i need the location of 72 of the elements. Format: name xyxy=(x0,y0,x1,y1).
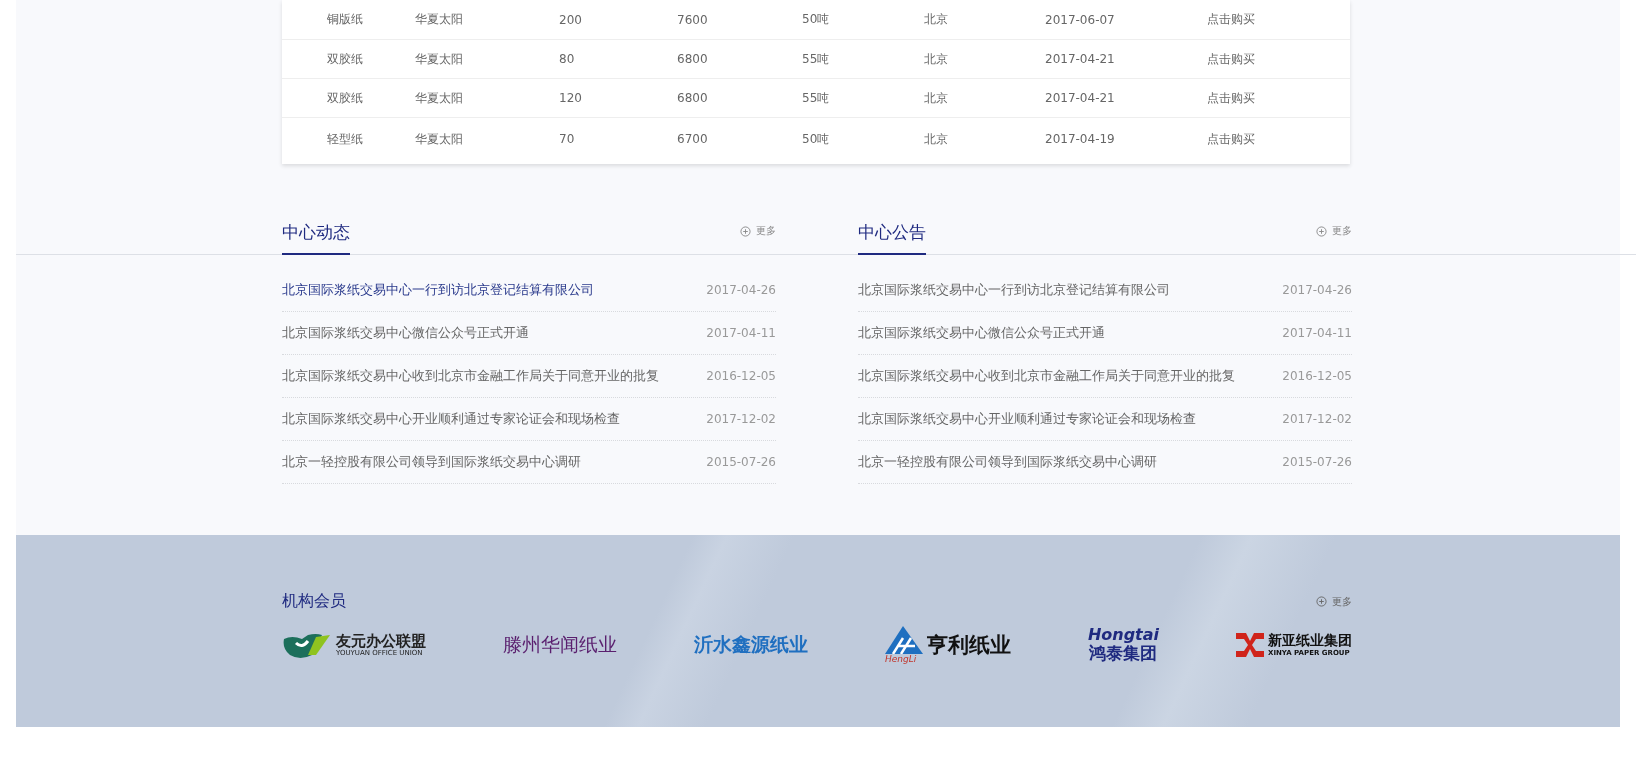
table-cell: 120 xyxy=(559,91,582,105)
table-cell: 6800 xyxy=(677,52,708,66)
table-cell: 华夏太阳 xyxy=(415,51,463,66)
table-cell: 200 xyxy=(559,12,582,27)
news-date: 2017-04-11 xyxy=(1282,326,1352,340)
table-cell: 华夏太阳 xyxy=(415,12,463,26)
table-cell: 6700 xyxy=(677,132,708,146)
section-title: 机构会员 xyxy=(282,591,346,612)
news-date: 2016-12-05 xyxy=(1282,369,1352,383)
table-cell: 2017-04-19 xyxy=(1045,132,1115,146)
leaf-logo-icon xyxy=(282,631,332,659)
table-cell: 铜版纸 xyxy=(327,12,363,26)
news-link[interactable]: 北京一轻控股有限公司领导到国际浆纸交易中心调研 xyxy=(282,453,581,471)
buy-link[interactable]: 点击购买 xyxy=(1207,12,1255,26)
section-title: 中心动态 xyxy=(282,208,350,255)
table-cell: 55吨 xyxy=(802,51,830,66)
buy-link[interactable]: 点击购买 xyxy=(1207,131,1255,146)
logo-text: 鸿泰集团 xyxy=(1089,642,1158,664)
table-cell: 50吨 xyxy=(802,131,830,146)
more-link[interactable]: 更多 xyxy=(740,224,776,238)
table-cell: 50吨 xyxy=(802,12,830,26)
buy-link[interactable]: 点击购买 xyxy=(1207,90,1255,105)
table-cell: 双胶纸 xyxy=(327,51,363,66)
cross-logo-icon xyxy=(1236,631,1264,659)
news-link[interactable]: 北京国际浆纸交易中心微信公众号正式开通 xyxy=(858,324,1105,342)
news-date: 2017-12-02 xyxy=(706,412,776,426)
table-cell: 北京 xyxy=(924,12,948,26)
news-link[interactable]: 北京国际浆纸交易中心收到北京市金融工作局关于同意开业的批复 xyxy=(282,367,659,385)
table-cell: 7600 xyxy=(677,12,708,27)
news-link[interactable]: 北京一轻控股有限公司领导到国际浆纸交易中心调研 xyxy=(858,453,1157,471)
table-cell: 6800 xyxy=(677,91,708,105)
news-date: 2017-04-26 xyxy=(706,283,776,297)
logo-text: 友元办公联盟 xyxy=(336,632,426,650)
news-link[interactable]: 北京国际浆纸交易中心开业顺利通过专家论证会和现场检查 xyxy=(858,410,1196,428)
logo-wordmark: Hongtai xyxy=(1087,626,1160,643)
table-cell: 北京 xyxy=(924,51,948,66)
table-cell: 华夏太阳 xyxy=(415,131,463,146)
table-cell: 80 xyxy=(559,52,575,66)
logo-text: 新亚纸业集团 xyxy=(1268,633,1352,649)
table-cell: 双胶纸 xyxy=(327,90,363,105)
plus-circle-icon xyxy=(1316,596,1327,607)
news-link[interactable]: 北京国际浆纸交易中心一行到访北京登记结算有限公司 xyxy=(858,281,1170,299)
news-date: 2017-12-02 xyxy=(1282,412,1352,426)
table-cell: 华夏太阳 xyxy=(415,90,463,105)
news-link[interactable]: 北京国际浆纸交易中心一行到访北京登记结算有限公司 xyxy=(282,281,594,299)
section-title: 中心公告 xyxy=(858,208,926,255)
news-date: 2015-07-26 xyxy=(1282,455,1352,469)
triangle-logo-icon xyxy=(884,626,923,654)
logo-text: 滕州华闻纸业 xyxy=(502,632,617,657)
more-link[interactable]: 更多 xyxy=(1316,594,1352,609)
news-date: 2015-07-26 xyxy=(706,455,776,469)
news-date: 2017-04-11 xyxy=(706,326,776,340)
table-cell: 2017-04-21 xyxy=(1045,91,1115,105)
table-cell: 北京 xyxy=(924,131,948,146)
news-link[interactable]: 北京国际浆纸交易中心收到北京市金融工作局关于同意开业的批复 xyxy=(858,367,1235,385)
news-date: 2017-04-26 xyxy=(1282,283,1352,297)
news-link[interactable]: 北京国际浆纸交易中心微信公众号正式开通 xyxy=(282,324,529,342)
logo-text: 沂水鑫源纸业 xyxy=(693,632,808,657)
news-link[interactable]: 北京国际浆纸交易中心开业顺利通过专家论证会和现场检查 xyxy=(282,410,620,428)
logo-text: 亨利纸业 xyxy=(926,631,1011,659)
table-cell: 2017-06-07 xyxy=(1045,12,1115,27)
buy-link[interactable]: 点击购买 xyxy=(1207,51,1255,66)
table-cell: 2017-04-21 xyxy=(1045,52,1115,66)
table-cell: 70 xyxy=(559,132,575,146)
table-cell: 轻型纸 xyxy=(327,131,363,146)
news-date: 2016-12-05 xyxy=(706,369,776,383)
logo-subtext: HengLi xyxy=(884,654,918,664)
more-link[interactable]: 更多 xyxy=(1316,224,1352,238)
plus-circle-icon xyxy=(740,225,751,237)
table-cell: 北京 xyxy=(924,90,948,105)
table-cell: 55吨 xyxy=(802,90,830,105)
plus-circle-icon xyxy=(1316,225,1327,237)
